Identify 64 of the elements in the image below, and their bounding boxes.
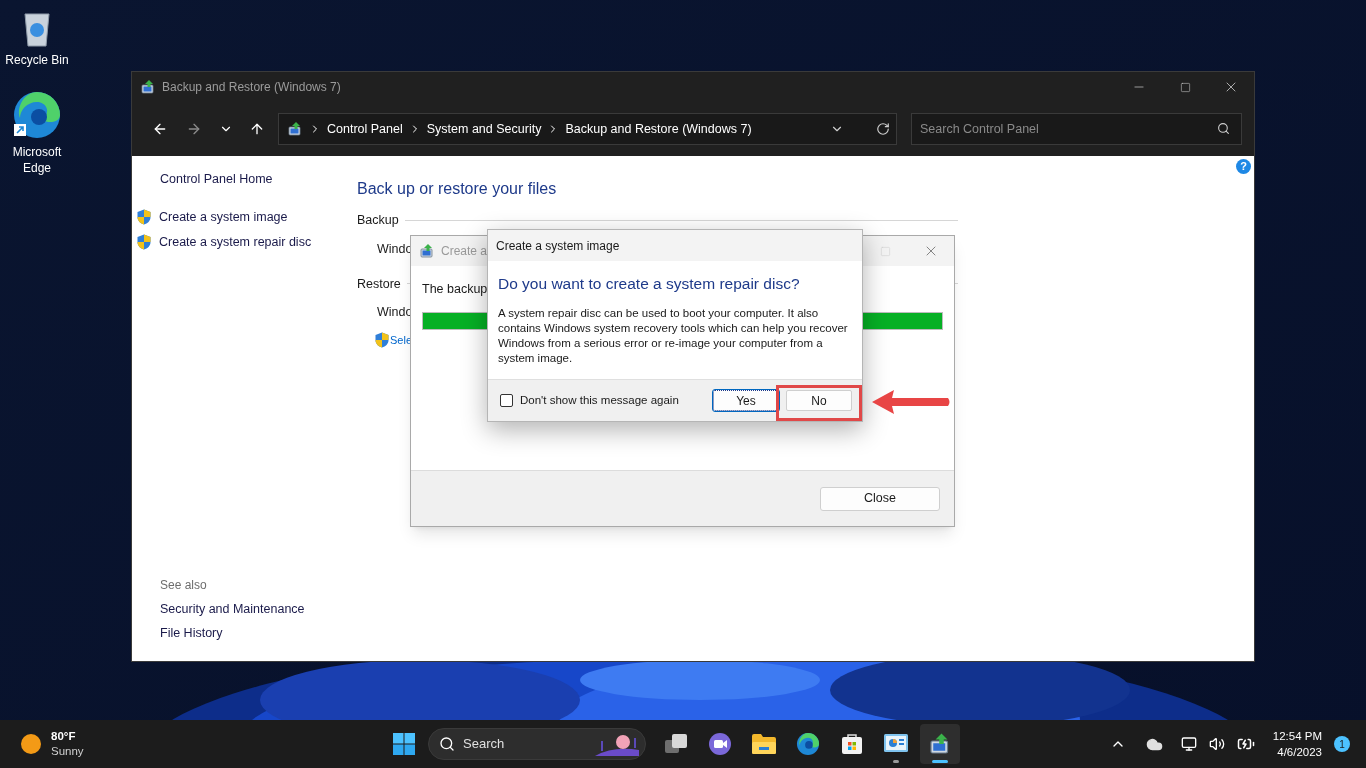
dialog-message: A system repair disc can be used to boot your computer. It also contains Windows system recovery tools which can help you recover Windows from a serious error or re-image your computer from a system image. [498,306,848,367]
computer-icon [287,121,303,137]
close-button[interactable]: Close [820,486,940,511]
section-heading: Restore [357,275,401,293]
section-heading: Backup [357,212,399,229]
address-bar[interactable]: Control Panel System and Security Backup and Restore (Windows 7) [278,113,897,145]
chat-icon [708,732,732,756]
search-label: Search [463,735,506,754]
help-button[interactable]: ? [1236,159,1251,174]
desktop-icon-label[interactable]: Recycle Bin [0,52,74,68]
folder-icon [751,733,777,755]
sidebar-link[interactable]: File History [160,624,357,643]
see-also-heading: See also [160,576,208,594]
sidebar-link[interactable]: Security and Maintenance [160,599,357,619]
shield-icon [137,209,151,226]
back-icon[interactable] [152,121,168,137]
up-icon[interactable] [249,121,265,137]
landscape-icon [593,732,641,756]
forward-icon[interactable] [186,121,202,137]
maximize-icon[interactable] [1179,81,1191,93]
shield-icon [375,332,389,349]
network-icon[interactable] [1180,736,1197,752]
shield-icon [137,233,151,250]
refresh-icon[interactable] [876,122,890,136]
weather-condition: Sunny [51,744,84,759]
sidebar-link[interactable]: Create a system repair disc [159,232,312,252]
taskbar-app[interactable] [920,724,960,764]
volume-icon[interactable] [1208,736,1225,752]
control-panel-icon [883,733,909,755]
dialog-button[interactable]: Yes [713,390,779,411]
temperature: 80°F [51,729,77,744]
edge-icon [796,732,820,756]
sun-icon [20,733,42,755]
clock-date[interactable]: 4/6/2023 [1277,744,1322,760]
dialog-title: Create a [441,243,488,260]
window-title: Backup and Restore (Windows 7) [162,79,341,96]
task-view-icon [664,733,688,755]
breadcrumb-item[interactable]: Backup and Restore (Windows 7) [565,119,752,139]
dialog-title: Create a system image [496,237,620,255]
breadcrumb-item[interactable]: Control Panel [327,119,403,139]
page-heading: Back up or restore your files [357,179,558,199]
taskbar-search[interactable]: Search [428,728,646,760]
running-indicator [932,760,948,763]
notification-badge[interactable]: 1 [1334,736,1350,752]
checkbox-label: Don't show this message again [520,392,679,408]
desktop-icon-label[interactable]: Microsoft Edge [0,144,74,176]
computer-icon [419,243,435,259]
checkbox[interactable] [500,394,513,407]
search-icon [1217,122,1230,135]
store-icon [840,732,864,756]
search-field[interactable]: Search Control Panel [911,113,1242,145]
search-icon [439,736,455,752]
sidebar-link[interactable]: Control Panel Home [160,170,357,189]
clock-time[interactable]: 12:54 PM [1272,728,1322,744]
maximize-icon [879,245,891,257]
edge-icon [12,90,62,140]
status-text: The backup [422,281,488,298]
start-button[interactable] [392,732,416,756]
running-indicator [893,760,899,763]
dialog-button[interactable]: No [786,390,852,411]
sidebar-link[interactable]: Create a system image [159,207,288,227]
computer-icon [140,79,156,95]
dialog-heading: Do you want to create a system repair disc? [498,274,801,294]
breadcrumb-item[interactable]: System and Security [426,119,542,139]
